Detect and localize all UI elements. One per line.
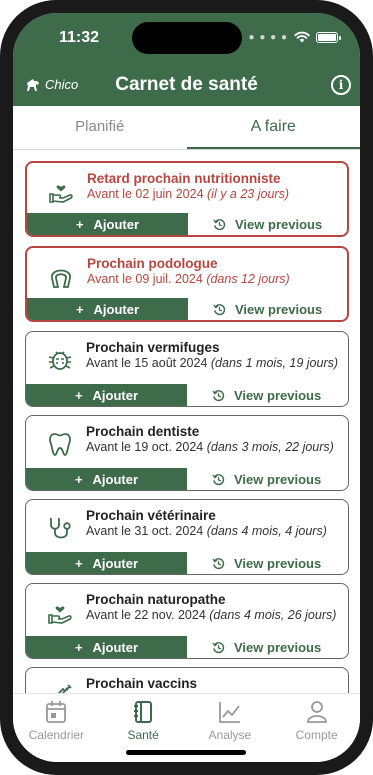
add-button[interactable]: + Ajouter	[27, 213, 188, 235]
history-icon	[212, 389, 225, 401]
nav-label: Compte	[295, 728, 338, 742]
tab-bar: Planifié A faire	[13, 106, 360, 150]
nav-label: Calendrier	[28, 728, 85, 742]
card-title: Prochain naturopathe	[86, 592, 226, 607]
wifi-icon	[294, 31, 310, 43]
nav-label: Santé	[127, 728, 159, 742]
card-due-date: Avant le 09 juil. 2024 (dans 12 jours)	[87, 272, 290, 286]
app-screen: 11:32 ● ● ● ● Chico Carnet de santé i Pl…	[13, 13, 360, 762]
card-due-date: Avant le 31 oct. 2024 (dans 4 mois, 4 jo…	[86, 524, 327, 538]
card-title: Prochain vaccins	[86, 676, 198, 691]
nav-calendrier[interactable]: Calendrier	[13, 694, 100, 762]
calendar-icon	[46, 701, 67, 723]
battery-icon	[316, 31, 341, 43]
add-button[interactable]: + Ajouter	[26, 468, 187, 490]
status-indicators: ● ● ● ●	[248, 31, 341, 43]
reminder-card-podologue[interactable]: Prochain podologue Avant le 09 juil. 202…	[25, 246, 349, 322]
card-due-date: Avant le 22 nov. 2024 (dans 4 mois, 26 j…	[86, 608, 337, 622]
card-title: Prochain podologue	[87, 256, 218, 271]
reminder-card-dentiste[interactable]: Prochain dentiste Avant le 19 oct. 2024 …	[25, 415, 349, 491]
signal-icon: ● ● ● ●	[248, 31, 288, 43]
horseshoe-icon	[51, 269, 71, 288]
chart-icon	[218, 702, 240, 723]
history-icon	[212, 473, 225, 485]
view-previous-button[interactable]: View previous	[202, 636, 342, 658]
reminder-card-veterinaire[interactable]: Prochain vétérinaire Avant le 31 oct. 20…	[25, 499, 349, 575]
syringe-icon	[57, 684, 72, 693]
tab-a-faire[interactable]: A faire	[186, 106, 360, 150]
card-title: Prochain vermifuges	[86, 340, 220, 355]
card-due-date: Avant le 02 juin 2024 (il y a 23 jours)	[87, 187, 289, 201]
bug-icon	[48, 351, 72, 370]
add-button[interactable]: + Ajouter	[26, 552, 187, 574]
reminder-card-naturopathe[interactable]: Prochain naturopathe Avant le 22 nov. 20…	[25, 583, 349, 659]
history-icon	[212, 641, 225, 653]
dynamic-island	[132, 22, 242, 54]
nav-compte[interactable]: Compte	[273, 694, 360, 762]
status-time: 11:32	[59, 29, 100, 46]
history-icon	[213, 218, 226, 230]
tab-planifie[interactable]: Planifié	[13, 106, 187, 150]
card-due-date: Avant le 19 oct. 2024 (dans 3 mois, 22 j…	[86, 440, 334, 454]
reminder-card-nutritionniste[interactable]: Retard prochain nutritionniste Avant le …	[25, 161, 349, 237]
add-button[interactable]: + Ajouter	[27, 298, 188, 320]
card-title: Prochain dentiste	[86, 424, 200, 439]
view-previous-button[interactable]: View previous	[203, 213, 343, 235]
add-button[interactable]: + Ajouter	[26, 384, 187, 406]
home-indicator	[126, 750, 246, 755]
reminder-list[interactable]: Retard prochain nutritionniste Avant le …	[13, 150, 360, 693]
card-title: Retard prochain nutritionniste	[87, 171, 281, 186]
hand-heart-icon	[48, 606, 72, 624]
page-title: Carnet de santé	[115, 74, 258, 95]
stethoscope-icon	[50, 518, 71, 539]
history-icon	[212, 557, 225, 569]
nav-label: Analyse	[208, 728, 252, 742]
notebook-icon	[134, 701, 153, 723]
app-header: 11:32 ● ● ● ● Chico Carnet de santé i	[13, 13, 360, 121]
view-previous-button[interactable]: View previous	[203, 298, 343, 320]
card-title: Prochain vétérinaire	[86, 508, 216, 523]
info-icon[interactable]: i	[331, 75, 351, 95]
view-previous-button[interactable]: View previous	[202, 468, 342, 490]
add-button[interactable]: + Ajouter	[26, 636, 187, 658]
tooth-icon	[49, 433, 71, 456]
view-previous-button[interactable]: View previous	[202, 552, 342, 574]
view-previous-button[interactable]: View previous	[202, 384, 342, 406]
card-due-date: Avant le 15 août 2024 (dans 1 mois, 19 j…	[86, 356, 339, 370]
reminder-card-vermifuges[interactable]: Prochain vermifuges Avant le 15 août 202…	[25, 331, 349, 407]
user-icon	[306, 701, 327, 723]
reminder-card-vaccins[interactable]: Prochain vaccins	[25, 667, 349, 693]
history-icon	[213, 303, 226, 315]
hand-heart-icon	[49, 185, 73, 203]
